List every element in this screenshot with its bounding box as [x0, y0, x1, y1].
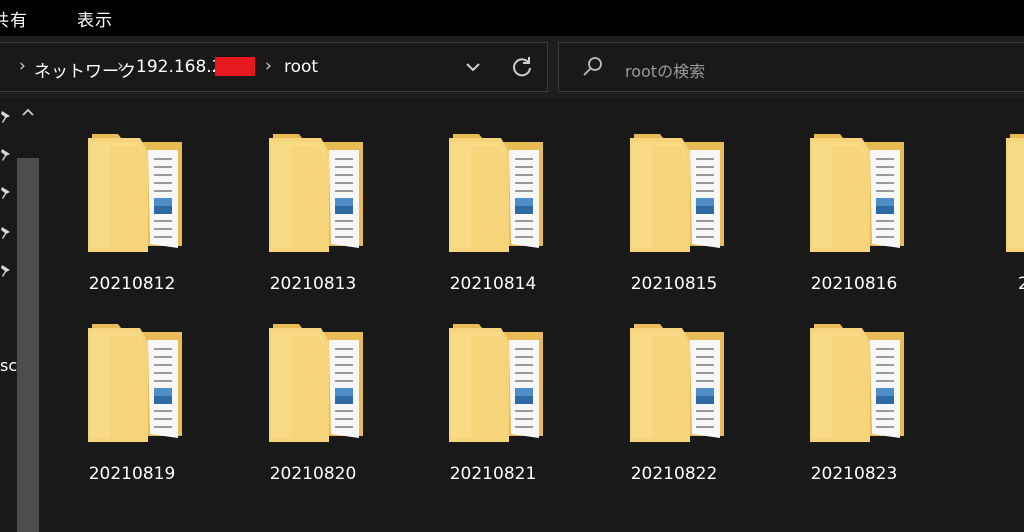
- pin-icon[interactable]: [0, 110, 12, 124]
- pin-icon[interactable]: [0, 264, 12, 278]
- file-list: 20210812 20210813 20210814 20210815 2021…: [46, 98, 1024, 532]
- folder-icon: [1006, 128, 1024, 254]
- folder-icon: [449, 318, 545, 444]
- folder-icon: [810, 128, 906, 254]
- folder-icon: [630, 128, 726, 254]
- search-icon: [583, 57, 602, 76]
- folder-name: 20210822: [630, 464, 718, 484]
- nav-item-label[interactable]: sc: [0, 356, 17, 375]
- folder-name: 20210819: [88, 464, 176, 484]
- folder-name: 20210820: [269, 464, 357, 484]
- folder-name: 20210814: [449, 274, 537, 294]
- folder-name: 20210812: [88, 274, 176, 294]
- breadcrumb-chevron-icon[interactable]: ›: [265, 56, 272, 76]
- folder-item[interactable]: 20210820: [243, 318, 383, 496]
- pin-icon[interactable]: [0, 186, 12, 200]
- folder-item[interactable]: 2: [964, 128, 1024, 306]
- folder-item[interactable]: 20210812: [62, 128, 202, 306]
- folder-item[interactable]: 20210823: [784, 318, 924, 496]
- folder-name: 20210813: [269, 274, 357, 294]
- breadcrumb-root[interactable]: root: [284, 57, 318, 77]
- folder-icon: [449, 128, 545, 254]
- folder-name: 20210816: [810, 274, 898, 294]
- folder-item[interactable]: 20210813: [243, 128, 383, 306]
- folder-item[interactable]: 20210815: [604, 128, 744, 306]
- folder-icon: [269, 318, 365, 444]
- breadcrumb-chevron-icon[interactable]: ›: [117, 56, 124, 76]
- search-placeholder: rootの検索: [625, 62, 706, 81]
- folder-item[interactable]: 20210822: [604, 318, 744, 496]
- folder-item[interactable]: 20210814: [423, 128, 563, 306]
- folder-item[interactable]: 20210821: [423, 318, 563, 496]
- menu-bar: 共有 表示: [0, 0, 1024, 36]
- menu-share[interactable]: 共有: [0, 6, 28, 31]
- folder-icon: [810, 318, 906, 444]
- search-box[interactable]: rootの検索: [558, 42, 1024, 92]
- folder-icon: [88, 318, 184, 444]
- pin-icon[interactable]: [0, 148, 12, 162]
- menu-view[interactable]: 表示: [77, 6, 113, 31]
- folder-item[interactable]: 20210819: [62, 318, 202, 496]
- pin-icon[interactable]: [0, 226, 12, 240]
- folder-icon: [630, 318, 726, 444]
- folder-item[interactable]: 20210816: [784, 128, 924, 306]
- folder-name: 2: [1018, 274, 1024, 294]
- folder-icon: [88, 128, 184, 254]
- address-history-button[interactable]: [462, 56, 484, 78]
- nav-scrollbar-thumb[interactable]: [17, 158, 39, 532]
- refresh-icon: [513, 57, 531, 77]
- scroll-up-arrow-icon[interactable]: [20, 104, 36, 120]
- address-bar[interactable]: › ネットワーク › 192.168.2 › root: [0, 42, 548, 92]
- breadcrumb-chevron-icon[interactable]: ›: [19, 56, 26, 76]
- chevron-down-icon: [466, 63, 480, 72]
- refresh-button[interactable]: [508, 53, 536, 81]
- file-explorer-window: 共有 表示 › ネットワーク › 192.168.2 › root rootの検…: [0, 0, 1024, 532]
- redaction-mark: [215, 57, 255, 76]
- folder-name: 20210821: [449, 464, 537, 484]
- folder-icon: [269, 128, 365, 254]
- folder-name: 20210823: [810, 464, 898, 484]
- folder-name: 20210815: [630, 274, 718, 294]
- breadcrumb-host[interactable]: 192.168.2: [136, 57, 223, 77]
